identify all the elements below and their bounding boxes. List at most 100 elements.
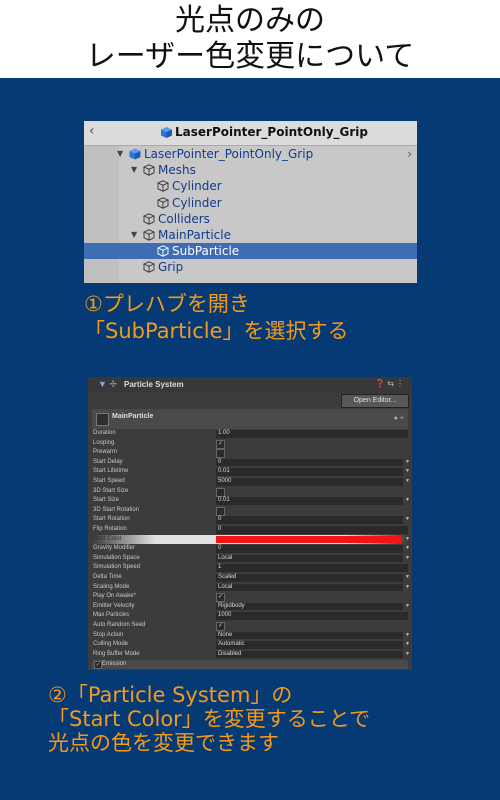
dropdown-arrow-icon[interactable]: ▼ (405, 515, 410, 525)
property-field[interactable]: 1000 (216, 612, 408, 620)
particle-system-header[interactable]: ▼ ✢ Particle System ❓⇆⋮ (88, 377, 412, 393)
property-dropdown[interactable]: Automatic (216, 641, 403, 649)
property-row: Simulation Space Local ▼ (92, 554, 410, 564)
property-row: Simulation Speed 1 (92, 563, 408, 573)
dropdown-arrow-icon[interactable]: ▼ (405, 640, 410, 650)
gameobject-cube-icon (143, 229, 155, 241)
property-dropdown[interactable]: Disabled (216, 650, 403, 659)
property-field[interactable]: 1 (216, 564, 408, 572)
property-row: Auto Random Seed ✓ (92, 621, 408, 631)
emission-module[interactable]: ✓ Emission (92, 660, 408, 669)
property-dropdown[interactable]: None (216, 631, 403, 640)
property-row: Culling Mode Automatic ▼ (92, 640, 410, 650)
property-dropdown[interactable]: Local (216, 583, 403, 592)
property-label: Scaling Mode (93, 583, 130, 590)
property-row: Stop Action None ▼ (92, 631, 410, 641)
hierarchy-item[interactable]: Cylinder (84, 195, 417, 211)
emission-checkbox[interactable]: ✓ (94, 661, 102, 669)
property-dropdown[interactable]: 5000 (216, 478, 403, 486)
hierarchy-item-label: Grip (158, 260, 184, 275)
property-row: Flip Rotation 0 (92, 525, 408, 535)
property-row: 3D Start Size (92, 487, 408, 497)
prefab-cube-icon (161, 127, 172, 138)
property-field[interactable]: 1.00 (216, 430, 408, 438)
step2-line1: ②「Particle System」の (48, 683, 293, 707)
step1-instruction: ①プレハブを開き 「SubParticle」を選択する (84, 291, 349, 345)
property-dropdown[interactable]: Rigidbody (216, 602, 403, 611)
hierarchy-item[interactable]: ▼ MainParticle (84, 227, 417, 243)
property-field[interactable]: 0 (216, 526, 408, 534)
hierarchy-item[interactable]: SubParticle (84, 243, 417, 260)
dropdown-arrow-icon[interactable]: ▼ (405, 554, 410, 564)
open-editor-button[interactable]: Open Editor... (341, 394, 409, 408)
property-dropdown[interactable]: Local (216, 554, 403, 563)
property-row: Delta Time Scaled ▼ (92, 573, 410, 583)
property-label: Flip Rotation (93, 526, 127, 532)
dropdown-arrow-icon[interactable]: ▼ (405, 650, 410, 660)
property-row: Start Size 0.01 ▼ (92, 496, 410, 506)
property-label: Play On Awake* (93, 593, 136, 600)
help-icon[interactable]: ● + (394, 415, 404, 422)
dropdown-arrow-icon[interactable]: ▼ (405, 544, 410, 554)
hierarchy-item[interactable]: ▼ Meshs (84, 162, 417, 178)
expand-arrow-icon[interactable]: ▼ (117, 146, 123, 162)
property-label: Start Lifetime (93, 468, 129, 475)
property-dropdown[interactable]: 0 (216, 545, 403, 553)
dropdown-arrow-icon[interactable]: ▼ (405, 573, 410, 583)
dropdown-arrow-icon[interactable]: ▼ (405, 631, 410, 641)
property-label: 3D Start Size (93, 487, 129, 494)
start-color-swatch[interactable] (216, 535, 402, 543)
prefab-cube-icon (129, 148, 141, 160)
system-name: MainParticle (112, 413, 154, 420)
hierarchy-header: ‹ LaserPointer_PointOnly_Grip (84, 121, 417, 146)
page: 光点のみの レーザー色変更について ‹ LaserPointer_PointOn… (0, 0, 500, 800)
property-label: Gravity Modifier (93, 545, 136, 552)
dropdown-arrow-icon[interactable]: ▼ (405, 477, 410, 487)
hierarchy-panel: ‹ LaserPointer_PointOnly_Grip › ▼ LaserPo… (84, 121, 417, 283)
property-row: Scaling Mode Local ▼ (92, 583, 410, 593)
property-dropdown[interactable]: 0 (216, 516, 403, 524)
property-row: Duration 1.00 (92, 429, 408, 439)
page-title-line1: 光点のみの (175, 3, 325, 38)
dropdown-arrow-icon[interactable]: ▼ (405, 496, 410, 506)
hierarchy-item[interactable]: Cylinder (84, 178, 417, 194)
property-row: Ring Buffer Mode Disabled ▼ (92, 650, 410, 660)
dropdown-arrow-icon[interactable]: ▼ (405, 602, 410, 612)
dropdown-arrow-icon[interactable]: ▼ (405, 467, 410, 477)
property-label: Start Rotation (93, 516, 130, 523)
property-dropdown[interactable]: 0 (216, 458, 403, 467)
expand-arrow-icon[interactable]: ▼ (131, 227, 137, 243)
property-row: Start Lifetime 0.01 ▼ (92, 467, 410, 477)
page-title-line2: レーザー色変更について (85, 39, 415, 74)
main-module-header[interactable]: MainParticle ● + (92, 409, 408, 429)
expand-arrow-icon[interactable]: ▼ (131, 162, 137, 178)
emission-label: Emission (102, 661, 127, 667)
hierarchy-item-label: Colliders (158, 211, 210, 226)
gameobject-cube-icon (143, 213, 155, 225)
hierarchy-item[interactable]: ▼ LaserPointer_PointOnly_Grip (84, 146, 417, 162)
dropdown-arrow-icon[interactable]: ▼ (405, 583, 410, 593)
property-row: Emitter Velocity Rigidbody ▼ (92, 602, 410, 612)
hierarchy-item-label: Meshs (158, 163, 196, 178)
property-row: Gravity Modifier 0 ▼ (92, 544, 410, 554)
dropdown-arrow-icon[interactable]: ▼ (405, 535, 410, 545)
property-dropdown[interactable]: 0.01 (216, 497, 403, 505)
component-title: Particle System (124, 380, 184, 389)
property-dropdown[interactable]: Scaled (216, 574, 403, 582)
hierarchy-item[interactable]: Colliders (84, 211, 417, 227)
hierarchy-header-title: LaserPointer_PointOnly_Grip (175, 125, 369, 139)
chevron-left-icon[interactable]: ‹ (89, 123, 95, 139)
dropdown-arrow-icon[interactable]: ▼ (405, 458, 410, 468)
property-label: Ring Buffer Mode (93, 650, 140, 657)
gameobject-cube-icon (157, 196, 169, 209)
property-label: Delta Time (93, 574, 122, 580)
property-label: Looping (93, 439, 115, 446)
step1-line2: 「SubParticle」を選択する (84, 319, 349, 343)
particle-system-icon: ▼ ✢ (98, 379, 117, 389)
property-dropdown[interactable]: 0.01 (216, 468, 403, 476)
hierarchy-item[interactable]: Grip (84, 259, 417, 275)
gameobject-cube-icon (157, 245, 169, 257)
hierarchy-item-label: Cylinder (172, 179, 222, 194)
property-label: Start Speed (93, 478, 125, 484)
component-menu-icons[interactable]: ❓⇆⋮ (375, 379, 406, 388)
